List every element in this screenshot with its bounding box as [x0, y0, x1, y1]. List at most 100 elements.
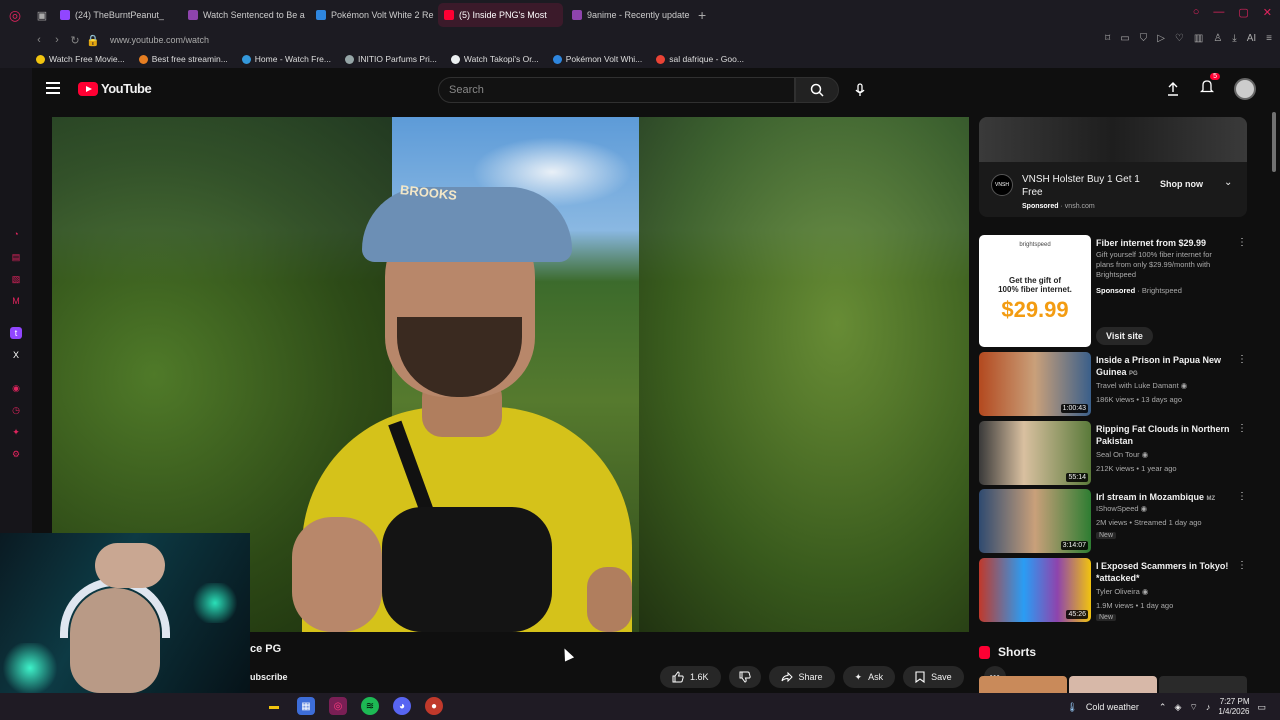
- list-item[interactable]: 3:14:07 Irl stream in Mozambique MZ ISho…: [979, 489, 1247, 553]
- bookmark-item[interactable]: Best free streamin...: [138, 54, 228, 64]
- menu-icon[interactable]: [46, 82, 60, 94]
- weather-label[interactable]: Cold weather: [1086, 702, 1139, 712]
- chevron-up-icon[interactable]: ⌃: [1159, 702, 1167, 713]
- short-thumbnail[interactable]: [979, 676, 1067, 693]
- more-vert-icon[interactable]: ⋮: [1237, 354, 1247, 365]
- ask-button[interactable]: ✦ Ask: [842, 666, 896, 688]
- discord-icon[interactable]: ◕: [393, 697, 411, 715]
- upload-icon[interactable]: [1166, 82, 1180, 96]
- file-explorer-icon[interactable]: ▬: [265, 697, 283, 715]
- music-icon[interactable]: M: [10, 295, 22, 307]
- video-title[interactable]: I Exposed Scammers in Tokyo! *attacked*: [1096, 560, 1231, 584]
- tab-overview-icon[interactable]: ▣: [30, 0, 54, 30]
- video-thumbnail[interactable]: 45:26: [979, 558, 1091, 622]
- youtube-logo[interactable]: YouTube: [78, 81, 152, 96]
- ad-banner[interactable]: VNSH VNSH Holster Buy 1 Get 1 Free Spons…: [979, 117, 1247, 217]
- close-icon[interactable]: ✕: [1263, 6, 1272, 19]
- spotify-icon[interactable]: ≋: [361, 697, 379, 715]
- notifications-button[interactable]: 5: [1199, 73, 1220, 99]
- browser-logo-icon[interactable]: ◎: [0, 0, 30, 30]
- bookmark-icon[interactable]: ⌑: [1105, 33, 1110, 44]
- spotify-icon[interactable]: ◉: [10, 382, 22, 394]
- forward-icon[interactable]: ›: [48, 34, 66, 46]
- bookmark-item[interactable]: sal dafrique - Goo...: [656, 54, 744, 64]
- search-button[interactable]: [795, 77, 839, 103]
- short-thumbnail[interactable]: [1069, 676, 1157, 693]
- more-vert-icon[interactable]: ⋮: [1237, 423, 1247, 434]
- visit-site-button[interactable]: Visit site: [1096, 327, 1153, 345]
- list-item[interactable]: 45:26 I Exposed Scammers in Tokyo! *atta…: [979, 558, 1247, 622]
- browser-tab[interactable]: (24) TheBurntPeanut_: [54, 3, 179, 27]
- avatar[interactable]: [1234, 78, 1256, 100]
- reload-icon[interactable]: ↻: [66, 34, 84, 47]
- store-icon[interactable]: ▦: [297, 697, 315, 715]
- video-thumbnail[interactable]: 3:14:07: [979, 489, 1091, 553]
- video-title[interactable]: Ripping Fat Clouds in Northern Pakistan: [1096, 423, 1231, 447]
- ai-icon[interactable]: AI: [1247, 33, 1256, 44]
- profile-icon[interactable]: ♙: [1213, 33, 1222, 44]
- bookmark-item[interactable]: Watch Free Movie...: [36, 54, 125, 64]
- clock-icon[interactable]: ◷: [10, 404, 22, 416]
- channel-name[interactable]: IShowSpeed ◉: [1096, 504, 1147, 513]
- browser-tab-active[interactable]: (5) Inside PNG's Most: [438, 3, 563, 27]
- search-input[interactable]: Search: [438, 77, 795, 103]
- subscribe-button[interactable]: ubscribe: [250, 672, 288, 682]
- like-button[interactable]: 1.6K: [660, 666, 721, 688]
- browser-tab[interactable]: 9anime - Recently update: [566, 3, 691, 27]
- extensions-icon[interactable]: ✦: [10, 426, 22, 438]
- heart-icon[interactable]: ♡: [1175, 33, 1184, 44]
- dislike-button[interactable]: [728, 666, 761, 688]
- settings-icon[interactable]: ⚙: [10, 448, 22, 460]
- tray-app-icon[interactable]: ◈: [1174, 702, 1181, 713]
- wallet-icon[interactable]: ▥: [1194, 33, 1203, 44]
- sponsored-video[interactable]: brightspeed Get the gift of 100% fiber i…: [979, 235, 1247, 347]
- bookmark-item[interactable]: Home - Watch Fre...: [241, 54, 331, 64]
- search-icon[interactable]: ○: [1193, 6, 1200, 19]
- browser-tab[interactable]: Watch Sentenced to Be a: [182, 3, 307, 27]
- bookmark-item[interactable]: INITIO Parfums Pri...: [345, 54, 437, 64]
- share-button[interactable]: Share: [768, 666, 835, 688]
- more-vert-icon[interactable]: ⋮: [1237, 491, 1247, 502]
- download-icon[interactable]: ⤓: [1232, 33, 1236, 44]
- screenshot-icon[interactable]: ▭: [1120, 33, 1129, 44]
- sponsored-title[interactable]: Fiber internet from $29.99: [1096, 237, 1231, 249]
- channel-name[interactable]: Tyler Oliveira ◉: [1096, 587, 1148, 596]
- maximize-icon[interactable]: ▢: [1238, 6, 1248, 19]
- bookmark-item[interactable]: Pokémon Volt Whi...: [552, 54, 642, 64]
- notification-center-icon[interactable]: ▭: [1257, 702, 1266, 713]
- bookmark-item[interactable]: Watch Takopi's Or...: [450, 54, 539, 64]
- shop-now-button[interactable]: Shop now: [1160, 179, 1203, 189]
- network-icon[interactable]: ⌔: [1189, 702, 1197, 713]
- video-thumbnail[interactable]: 1:00:43: [979, 352, 1091, 416]
- chat-icon[interactable]: ▧: [10, 273, 22, 285]
- back-icon[interactable]: ‹: [30, 34, 48, 46]
- browser-icon[interactable]: ◎: [329, 697, 347, 715]
- video-title[interactable]: Inside a Prison in Papua New Guinea PG: [1096, 354, 1231, 380]
- ad-title[interactable]: VNSH Holster Buy 1 Get 1 Free: [1022, 173, 1152, 199]
- short-thumbnail[interactable]: [1159, 676, 1247, 693]
- video-title[interactable]: Irl stream in Mozambique MZ: [1096, 491, 1231, 505]
- clock[interactable]: 7:27 PM 1/4/2026: [1218, 697, 1249, 717]
- channel-name[interactable]: Travel with Luke Damant ◉: [1096, 381, 1187, 390]
- x-icon[interactable]: X: [10, 349, 22, 361]
- scrollbar[interactable]: [1272, 112, 1276, 172]
- recorder-icon[interactable]: ●: [425, 697, 443, 715]
- voice-search-button[interactable]: [847, 77, 873, 103]
- more-vert-icon[interactable]: ⋮: [1237, 560, 1247, 571]
- channel-name[interactable]: Seal On Tour ◉: [1096, 450, 1148, 459]
- new-tab-icon[interactable]: +: [698, 7, 706, 23]
- save-button[interactable]: Save: [903, 666, 964, 688]
- list-item[interactable]: 1:00:43 Inside a Prison in Papua New Gui…: [979, 352, 1247, 416]
- menu-icon[interactable]: ≡: [1266, 33, 1272, 44]
- sponsored-thumbnail[interactable]: brightspeed Get the gift of 100% fiber i…: [979, 235, 1091, 347]
- shield-icon[interactable]: ⛉: [1140, 33, 1148, 44]
- browser-tab[interactable]: Pokémon Volt White 2 Re: [310, 3, 435, 27]
- url-field[interactable]: www.youtube.com/watch: [110, 35, 209, 45]
- video-thumbnail[interactable]: 55:14: [979, 421, 1091, 485]
- list-item[interactable]: 55:14 Ripping Fat Clouds in Northern Pak…: [979, 421, 1247, 485]
- history-icon[interactable]: ◔: [10, 228, 22, 240]
- twitch-icon[interactable]: t: [10, 327, 22, 339]
- speaker-icon[interactable]: ♪: [1206, 702, 1211, 712]
- more-vert-icon[interactable]: ⋮: [1237, 237, 1247, 248]
- bag-icon[interactable]: ▤: [10, 251, 22, 263]
